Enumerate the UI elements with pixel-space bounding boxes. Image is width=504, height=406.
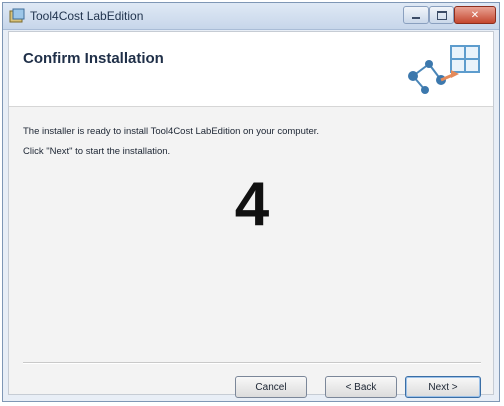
wizard-header-banner: Confirm Installation bbox=[9, 32, 493, 107]
maximize-button[interactable] bbox=[429, 6, 454, 24]
page-title: Confirm Installation bbox=[23, 50, 164, 67]
window-title: Tool4Cost LabEdition bbox=[30, 9, 144, 23]
close-icon: ✕ bbox=[470, 9, 480, 21]
step-number-overlay: 4 bbox=[234, 170, 270, 239]
next-button[interactable]: Next > bbox=[405, 376, 481, 398]
close-button[interactable]: ✕ bbox=[454, 6, 496, 24]
button-separator bbox=[23, 362, 481, 364]
installer-app-icon bbox=[9, 8, 25, 23]
maximize-icon bbox=[436, 10, 447, 20]
instruction-message: Click "Next" to start the installation. bbox=[23, 146, 171, 157]
wizard-content: Confirm Installation The installer is re… bbox=[8, 31, 494, 398]
network-install-icon bbox=[408, 45, 480, 94]
installer-window: Tool4Cost LabEdition ✕ Confirm Installat… bbox=[2, 2, 500, 402]
back-button[interactable]: < Back bbox=[325, 376, 397, 398]
cancel-button[interactable]: Cancel bbox=[235, 376, 307, 398]
minimize-button[interactable] bbox=[403, 6, 429, 24]
title-bar[interactable]: Tool4Cost LabEdition ✕ bbox=[3, 3, 499, 30]
minimize-icon bbox=[412, 17, 420, 19]
ready-message: The installer is ready to install Tool4C… bbox=[23, 126, 320, 137]
